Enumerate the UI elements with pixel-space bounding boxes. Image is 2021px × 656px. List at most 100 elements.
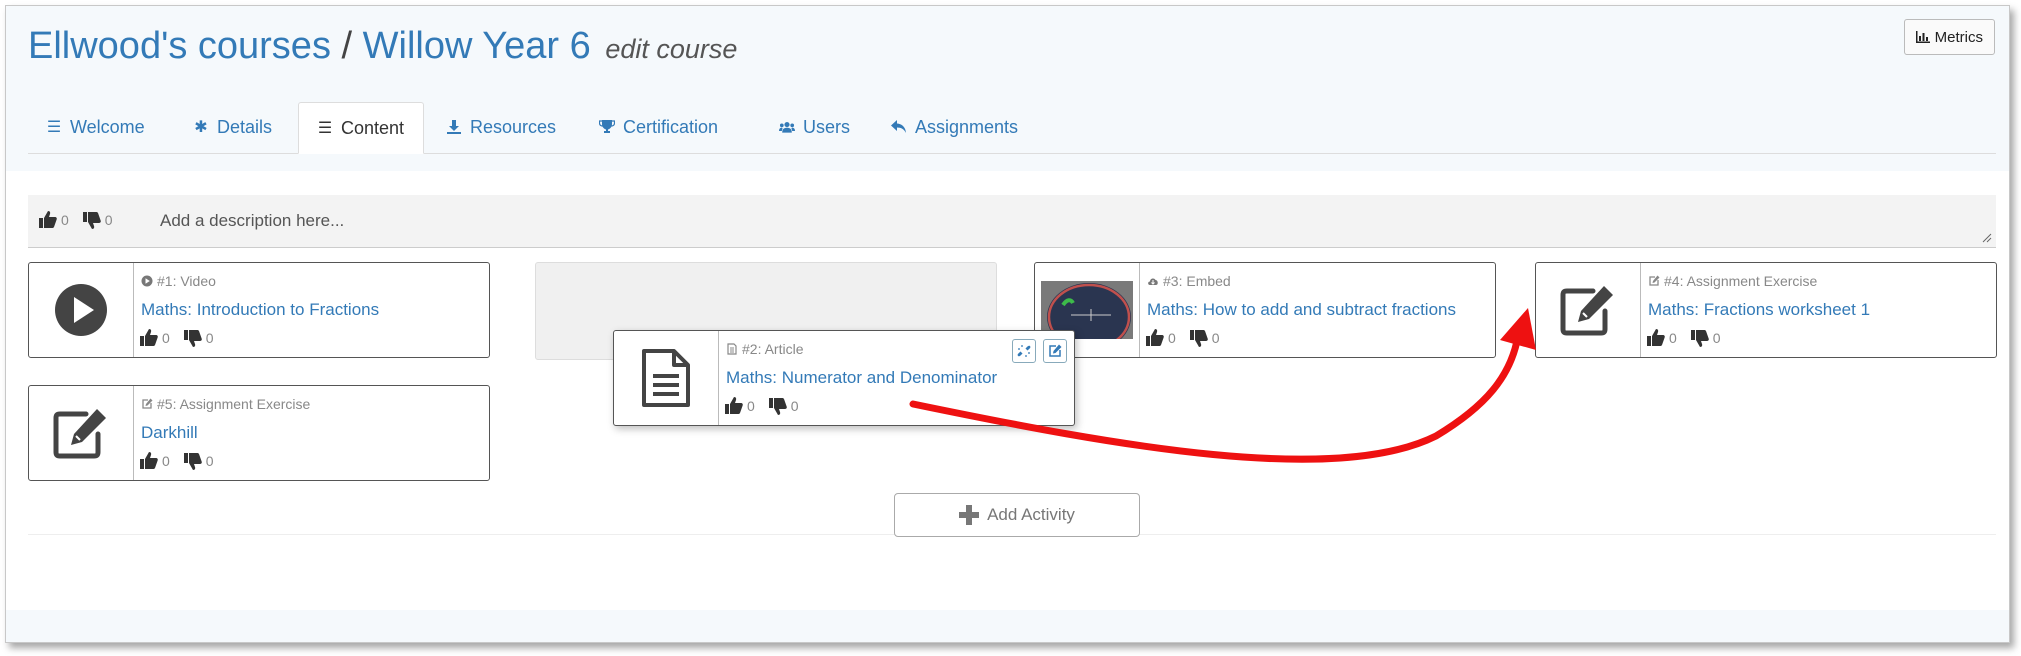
- tab-certification[interactable]: Certification: [581, 102, 736, 152]
- activity-meta-label: #4: Assignment Exercise: [1664, 273, 1818, 289]
- tab-details[interactable]: ✱ Details: [175, 102, 290, 152]
- activity-title-link[interactable]: Darkhill: [141, 423, 198, 443]
- activity-meta: #1: Video: [141, 273, 216, 289]
- activity-meta: #2: Article: [726, 341, 803, 357]
- description-bar: 0 0 Add a description here...: [28, 195, 1996, 248]
- description-votes: 0 0: [38, 210, 123, 230]
- add-activity-label: Add Activity: [987, 505, 1075, 524]
- like-count: 0: [162, 330, 170, 346]
- thumbs-up-icon[interactable]: [38, 210, 58, 230]
- dislike-count: 0: [1712, 330, 1721, 346]
- activity-card-embed[interactable]: #3: Embed Maths: How to add and subtract…: [1034, 262, 1496, 358]
- tab-label: Content: [341, 117, 405, 138]
- bar-chart-icon: [1915, 31, 1930, 43]
- like-count: 0: [61, 212, 69, 228]
- tab-assignments[interactable]: Assignments: [873, 102, 1036, 152]
- activity-votes: 0 0: [139, 451, 224, 471]
- activity-meta: #4: Assignment Exercise: [1648, 273, 1817, 289]
- page-title: Ellwood's courses / Willow Year 6 edit c…: [28, 22, 737, 73]
- activity-votes: 0 0: [139, 328, 224, 348]
- users-icon: [779, 122, 795, 133]
- dislike-count: 0: [1211, 330, 1220, 346]
- activity-title-link[interactable]: Maths: Fractions worksheet 1: [1648, 300, 1870, 320]
- tab-label: Resources: [470, 116, 557, 137]
- like-count: 0: [162, 453, 170, 469]
- activity-meta: #5: Assignment Exercise: [141, 396, 310, 412]
- unlink-button[interactable]: [1012, 339, 1036, 363]
- tab-label: Assignments: [915, 116, 1019, 137]
- document-icon: [642, 349, 690, 407]
- metrics-label: Metrics: [1934, 28, 1983, 46]
- breadcrumb-courses-link[interactable]: Ellwood's courses: [28, 25, 331, 67]
- thumbs-down-icon[interactable]: [183, 451, 203, 471]
- activity-title-link[interactable]: Maths: Numerator and Denominator: [726, 368, 997, 388]
- tab-label: Welcome: [70, 116, 145, 137]
- edit-icon: [1049, 344, 1062, 357]
- thumbs-up-icon[interactable]: [139, 451, 159, 471]
- tab-content[interactable]: ☰ Content: [298, 102, 424, 154]
- activity-votes: 0 0: [1646, 328, 1731, 348]
- like-count: 0: [1669, 330, 1677, 346]
- activity-meta-label: #2: Article: [742, 341, 804, 357]
- activity-card-video[interactable]: #1: Video Maths: Introduction to Fractio…: [28, 262, 490, 358]
- small-document-icon: [727, 343, 737, 355]
- activity-votes: 0 0: [1145, 328, 1230, 348]
- resize-handle-icon[interactable]: [1982, 233, 1992, 243]
- tab-welcome[interactable]: ☰ Welcome: [28, 102, 163, 152]
- tab-label: Certification: [623, 116, 719, 137]
- unlink-icon: [1017, 345, 1031, 357]
- activity-meta: #3: Embed: [1147, 273, 1231, 289]
- thumbs-down-icon[interactable]: [768, 396, 788, 416]
- thumbs-up-icon[interactable]: [139, 328, 159, 348]
- activity-card-assignment[interactable]: #4: Assignment Exercise Maths: Fractions…: [1535, 262, 1997, 358]
- tab-resources[interactable]: Resources: [428, 102, 574, 152]
- thumbs-down-icon[interactable]: [183, 328, 203, 348]
- list-icon: ☰: [46, 119, 62, 136]
- activity-card-article-dragging[interactable]: #2: Article Maths: Numerator and Denomin…: [613, 330, 1075, 426]
- activity-thumbnail: [29, 386, 134, 480]
- breadcrumb-course-link[interactable]: Willow Year 6: [363, 25, 591, 67]
- asterisk-icon: ✱: [194, 119, 208, 136]
- thumbs-down-icon[interactable]: [82, 210, 102, 230]
- app-window: Ellwood's courses / Willow Year 6 edit c…: [5, 5, 2010, 643]
- activity-meta-label: #1: Video: [157, 273, 216, 289]
- dislike-count: 0: [790, 398, 799, 414]
- course-tabs: ☰ Welcome ✱ Details ☰ Content Resources …: [28, 102, 1996, 154]
- list-icon: ☰: [317, 120, 333, 137]
- tab-users[interactable]: Users: [761, 102, 868, 152]
- reply-icon: [891, 120, 906, 133]
- small-edit-icon: [1649, 275, 1660, 286]
- activity-title-link[interactable]: Maths: Introduction to Fractions: [141, 300, 379, 320]
- edit-icon: [1560, 286, 1613, 336]
- activity-card-assignment[interactable]: #5: Assignment Exercise Darkhill 0 0: [28, 385, 490, 481]
- activity-thumbnail: [614, 331, 719, 425]
- cloud-icon: [1148, 278, 1158, 285]
- thumbs-up-icon[interactable]: [1145, 328, 1165, 348]
- thumbs-up-icon[interactable]: [724, 396, 744, 416]
- thumbs-up-icon[interactable]: [1646, 328, 1666, 348]
- tab-label: Users: [803, 116, 851, 137]
- activity-title-link[interactable]: Maths: How to add and subtract fractions: [1147, 300, 1456, 320]
- trophy-icon: [599, 120, 615, 133]
- thumbs-down-icon[interactable]: [1690, 328, 1710, 348]
- plus-icon: [959, 505, 980, 525]
- thumbs-down-icon[interactable]: [1189, 328, 1209, 348]
- play-circle-icon: [141, 275, 153, 287]
- page-header: Ellwood's courses / Willow Year 6 edit c…: [6, 6, 2009, 171]
- dislike-count: 0: [104, 212, 113, 228]
- description-input[interactable]: Add a description here...: [160, 211, 344, 231]
- activity-thumbnail: [29, 263, 134, 357]
- dislike-count: 0: [205, 453, 214, 469]
- add-activity-button[interactable]: Add Activity: [894, 493, 1140, 537]
- small-edit-icon: [142, 398, 153, 409]
- edit-activity-button[interactable]: [1043, 339, 1067, 363]
- dislike-count: 0: [205, 330, 214, 346]
- like-count: 0: [747, 398, 755, 414]
- like-count: 0: [1168, 330, 1176, 346]
- metrics-button[interactable]: Metrics: [1903, 19, 1995, 55]
- activity-votes: 0 0: [724, 396, 809, 416]
- activity-meta-label: #3: Embed: [1163, 273, 1231, 289]
- activity-meta-label: #5: Assignment Exercise: [157, 396, 311, 412]
- download-icon: [447, 120, 461, 134]
- edit-icon: [53, 409, 106, 459]
